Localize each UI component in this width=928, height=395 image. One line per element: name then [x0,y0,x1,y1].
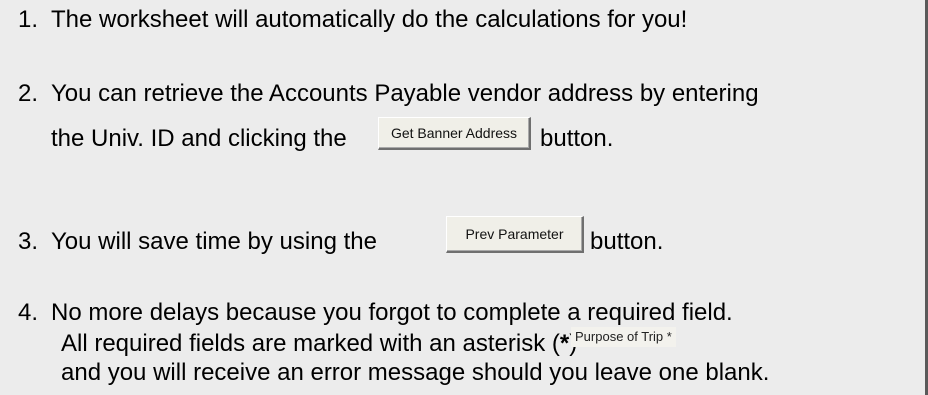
list-item-2-line-2-end: button. [540,124,613,154]
item-text: You will save time by using the [51,228,377,255]
list-item-1: 1. The worksheet will automatically do th… [18,5,687,35]
item-number: 4. [18,299,39,326]
item-text: All required fields are marked with an a… [61,330,560,357]
item-number: 2. [18,80,39,107]
item-text: You can retrieve the Accounts Payable ve… [51,80,759,107]
item-text: the Univ. ID and clicking the [51,125,347,152]
purpose-of-trip-label: Purpose of Trip * [571,327,676,347]
item-text: button. [590,228,664,255]
item-text: The worksheet will automatically do the … [51,6,688,33]
list-item-2-line-1: 2. You can retrieve the Accounts Payable … [18,79,759,109]
get-banner-address-button[interactable]: Get Banner Address [378,117,531,150]
list-item-4-line-3: and you will receive an error message sh… [61,358,769,388]
list-item-4-line-2: All required fields are marked with an a… [61,329,577,359]
list-item-4-line-1: 4. No more delays because you forgot to c… [18,298,733,328]
list-item-3-end: button. [590,227,663,257]
page: 1. The worksheet will automatically do th… [0,0,928,395]
asterisk: * [559,330,570,357]
item-text: and you will receive an error message sh… [61,359,770,386]
item-text: button. [540,125,614,152]
list-item-3: 3. You will save time by using the [18,227,377,257]
prev-parameter-button[interactable]: Prev Parameter [446,216,584,253]
item-number: 1. [18,6,39,33]
list-item-2-line-2: the Univ. ID and clicking the [51,124,347,154]
item-text: No more delays because you forgot to com… [51,299,733,326]
item-number: 3. [18,228,39,255]
